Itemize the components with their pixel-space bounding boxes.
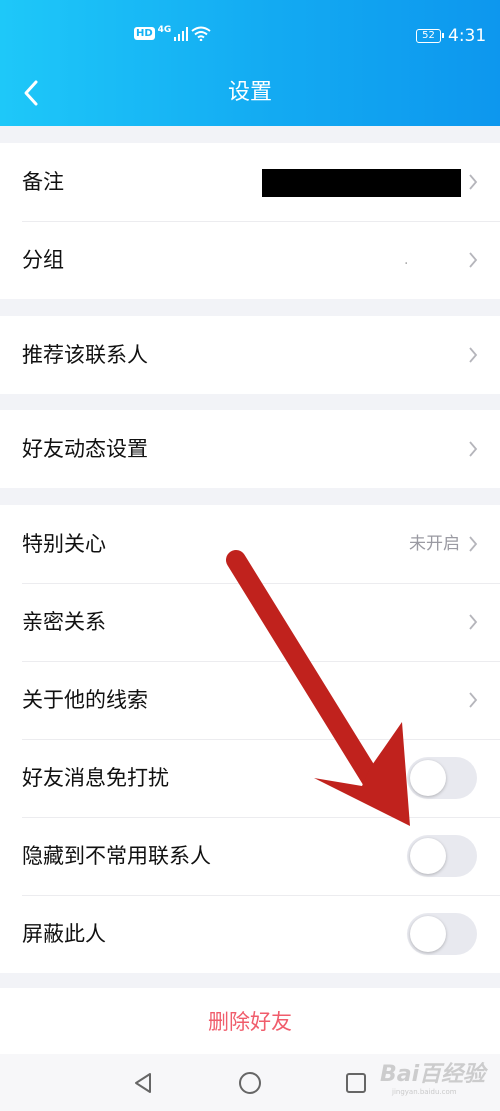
page-title: 设置: [227, 80, 272, 105]
toggle-knob: [410, 916, 446, 952]
chevron-right-icon: [469, 174, 478, 190]
row-clues-about-him[interactable]: 关于他的线索: [0, 661, 500, 739]
watermark-url: jingyan.baidu.com: [392, 1088, 457, 1096]
settings-group-recommend: 推荐该联系人: [0, 316, 500, 394]
chevron-right-icon: [469, 614, 478, 630]
delete-friend-button[interactable]: 删除好友: [0, 988, 500, 1058]
toggle-knob: [410, 838, 446, 874]
row-label: 隐藏到不常用联系人: [22, 844, 211, 868]
row-label: 亲密关系: [22, 610, 106, 634]
delete-friend-label: 删除好友: [208, 1010, 292, 1034]
row-do-not-disturb: 好友消息免打扰: [0, 739, 500, 817]
settings-group-feed: 好友动态设置: [0, 410, 500, 488]
redacted-value: [262, 169, 461, 197]
row-label: 好友动态设置: [22, 437, 148, 461]
network-type: 4G: [157, 24, 172, 35]
row-hide-to-infrequent: 隐藏到不常用联系人: [0, 817, 500, 895]
special-care-status: 未开启: [409, 534, 460, 554]
row-label: 特别关心: [22, 532, 106, 556]
group-value: .: [404, 252, 409, 268]
triangle-back-icon[interactable]: [130, 1070, 156, 1096]
row-friend-feed-settings[interactable]: 好友动态设置: [0, 410, 500, 488]
signal-icon: [174, 26, 189, 41]
block-person-toggle[interactable]: [407, 913, 477, 955]
row-block-person: 屏蔽此人: [0, 895, 500, 973]
row-special-care[interactable]: 特别关心 未开启: [0, 505, 500, 583]
row-remark[interactable]: 备注: [0, 143, 500, 221]
settings-group-remark: 备注 分组 .: [0, 143, 500, 299]
battery-indicator: 52: [416, 29, 444, 43]
row-recommend-contact[interactable]: 推荐该联系人: [0, 316, 500, 394]
clock: 4:31: [448, 26, 487, 46]
row-label: 分组: [22, 248, 64, 272]
app-header: HD 4G 52 4:31 设置: [0, 0, 500, 126]
do-not-disturb-toggle[interactable]: [407, 757, 477, 799]
row-group[interactable]: 分组 .: [0, 221, 500, 299]
watermark-text: Bai百经验: [380, 1062, 486, 1087]
row-label: 关于他的线索: [22, 688, 148, 712]
hide-to-infrequent-toggle[interactable]: [407, 835, 477, 877]
row-label: 推荐该联系人: [22, 343, 148, 367]
circle-home-icon[interactable]: [237, 1070, 263, 1096]
status-icons: HD 4G: [134, 24, 211, 41]
chevron-right-icon: [469, 536, 478, 552]
row-label: 屏蔽此人: [22, 922, 106, 946]
hd-badge: HD: [134, 27, 155, 40]
chevron-right-icon: [469, 347, 478, 363]
square-recents-icon[interactable]: [343, 1070, 369, 1096]
wifi-icon: [191, 26, 211, 41]
row-intimate-relation[interactable]: 亲密关系: [0, 583, 500, 661]
status-bar: HD 4G 52 4:31: [0, 0, 500, 75]
row-label: 备注: [22, 170, 64, 194]
chevron-right-icon: [469, 441, 478, 457]
chevron-right-icon: [469, 692, 478, 708]
settings-group-privacy: 特别关心 未开启 亲密关系 关于他的线索 好友消息免打扰 隐藏到不常用联系人 屏…: [0, 505, 500, 973]
row-label: 好友消息免打扰: [22, 766, 169, 790]
chevron-right-icon: [469, 252, 478, 268]
toggle-knob: [410, 760, 446, 796]
